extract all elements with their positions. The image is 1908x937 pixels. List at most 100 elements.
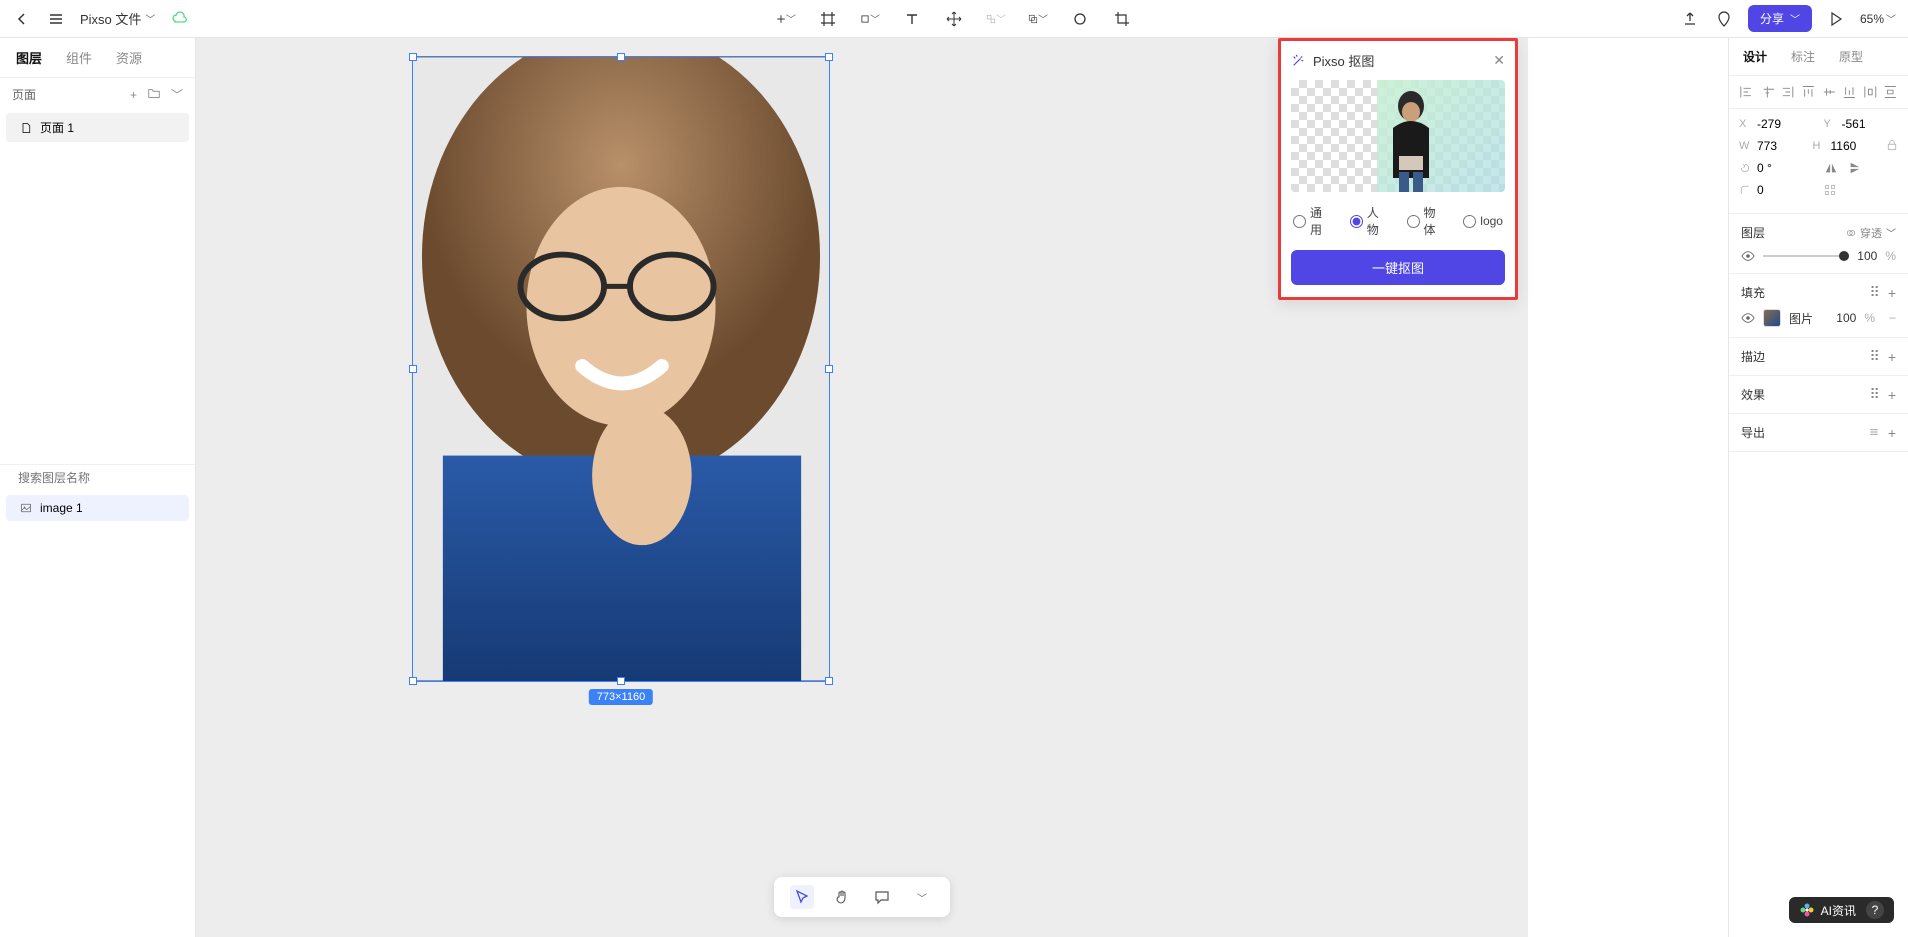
radio-logo[interactable]: logo [1463, 214, 1503, 228]
distribute-h-icon[interactable] [1863, 84, 1878, 100]
cutout-button[interactable]: 一键抠图 [1291, 250, 1505, 285]
resize-handle[interactable] [409, 53, 417, 61]
styles-icon[interactable]: ⠿ [1870, 284, 1880, 301]
topbar-right: 分享 ﹀ 65% ﹀ [1680, 5, 1896, 32]
w-input[interactable] [1757, 139, 1801, 153]
export-icon[interactable] [1680, 9, 1700, 29]
flip-h-icon[interactable] [1824, 161, 1838, 175]
resize-handle[interactable] [617, 53, 625, 61]
resize-handle[interactable] [825, 53, 833, 61]
stroke-title: 描边 [1741, 348, 1862, 365]
independent-corners-icon[interactable] [1824, 184, 1836, 196]
left-panel: 图层 组件 资源 页面 + ﹀ 页面 1 image 1 [0, 38, 196, 937]
collapse-pages-icon[interactable]: ﹀ [171, 86, 183, 103]
fill-title: 填充 [1741, 284, 1862, 301]
h-input[interactable] [1831, 139, 1875, 153]
layer-name: image 1 [40, 501, 83, 515]
resize-handle[interactable] [825, 677, 833, 685]
visibility-icon[interactable] [1741, 311, 1755, 325]
add-effect-icon[interactable]: + [1888, 387, 1896, 403]
file-title-text: Pixso 文件 [80, 9, 141, 28]
topbar: Pixso 文件 ﹀ ﹀ ﹀ ﹀ ﹀ 分享 ﹀ 65% ﹀ [0, 0, 1908, 38]
radio-general[interactable]: 通用 [1293, 204, 1334, 238]
location-icon[interactable] [1714, 9, 1734, 29]
help-icon[interactable]: ? [1866, 901, 1884, 919]
play-icon[interactable] [1826, 9, 1846, 29]
fill-swatch[interactable] [1763, 309, 1781, 327]
blend-mode-select[interactable]: 穿透 ﹀ [1846, 225, 1896, 241]
add-tool-icon[interactable]: ﹀ [776, 9, 796, 29]
tab-components[interactable]: 组件 [66, 48, 92, 67]
resize-handle[interactable] [825, 365, 833, 373]
file-title[interactable]: Pixso 文件 ﹀ [80, 9, 155, 28]
opacity-unit: % [1885, 249, 1896, 263]
ellipse-tool-icon[interactable] [1070, 9, 1090, 29]
remove-fill-icon[interactable]: − [1889, 311, 1896, 325]
lock-aspect-icon[interactable] [1886, 139, 1898, 151]
align-hcenter-icon[interactable] [1760, 84, 1775, 100]
cloud-sync-icon[interactable] [169, 9, 189, 29]
resize-handle[interactable] [617, 677, 625, 685]
hand-tool-icon[interactable] [830, 885, 854, 909]
x-input[interactable] [1757, 117, 1801, 131]
layer-section: 图层 穿透 ﹀ 100 % [1729, 214, 1908, 274]
boolean-tool-icon[interactable]: ﹀ [1028, 9, 1048, 29]
zoom-control[interactable]: 65% ﹀ [1860, 11, 1896, 26]
comment-tool-icon[interactable] [870, 885, 894, 909]
close-icon[interactable]: ✕ [1493, 52, 1505, 69]
page-icon [20, 122, 32, 134]
cursor-tool-icon[interactable] [790, 885, 814, 909]
tab-layers[interactable]: 图层 [16, 48, 42, 67]
radio-object[interactable]: 物体 [1407, 204, 1448, 238]
add-fill-icon[interactable]: + [1888, 285, 1896, 301]
move-tool-icon[interactable] [944, 9, 964, 29]
page-folder-icon[interactable] [147, 86, 161, 103]
export-title: 导出 [1741, 424, 1860, 441]
add-export-icon[interactable]: + [1888, 425, 1896, 441]
align-top-icon[interactable] [1801, 84, 1816, 100]
add-stroke-icon[interactable]: + [1888, 349, 1896, 365]
menu-icon[interactable] [46, 9, 66, 29]
layer-item[interactable]: image 1 [6, 495, 189, 521]
add-page-icon[interactable]: + [130, 88, 137, 102]
crop-tool-icon[interactable] [1112, 9, 1132, 29]
resize-handle[interactable] [409, 677, 417, 685]
align-left-icon[interactable] [1739, 84, 1754, 100]
export-settings-icon[interactable] [1868, 425, 1880, 441]
radius-input[interactable] [1757, 183, 1801, 197]
opacity-slider[interactable] [1763, 255, 1849, 257]
y-input[interactable] [1842, 117, 1886, 131]
transform-panel: X Y W H [1729, 109, 1908, 214]
share-button[interactable]: 分享 ﹀ [1748, 5, 1812, 32]
tab-inspect[interactable]: 标注 [1791, 48, 1815, 65]
text-tool-icon[interactable] [902, 9, 922, 29]
tab-prototype[interactable]: 原型 [1839, 48, 1863, 65]
align-right-icon[interactable] [1780, 84, 1795, 100]
align-vcenter-icon[interactable] [1822, 84, 1837, 100]
tab-assets[interactable]: 资源 [116, 48, 142, 67]
preview-person [1381, 88, 1441, 192]
styles-icon[interactable]: ⠿ [1870, 348, 1880, 365]
search-input[interactable] [18, 471, 173, 485]
visibility-icon[interactable] [1741, 249, 1755, 263]
popup-title: Pixso 抠图 [1313, 51, 1374, 70]
right-panel-tabs: 设计 标注 原型 [1729, 38, 1908, 76]
styles-icon[interactable]: ⠿ [1870, 386, 1880, 403]
topbar-center-tools: ﹀ ﹀ ﹀ ﹀ [776, 9, 1132, 29]
component-tool-icon[interactable]: ﹀ [986, 9, 1006, 29]
back-icon[interactable] [12, 9, 32, 29]
flip-v-icon[interactable] [1848, 161, 1862, 175]
shape-tool-icon[interactable]: ﹀ [860, 9, 880, 29]
more-tools-icon[interactable]: ﹀ [910, 885, 934, 909]
distribute-v-icon[interactable] [1883, 84, 1898, 100]
rotation-input[interactable] [1757, 161, 1801, 175]
tab-design[interactable]: 设计 [1743, 48, 1767, 65]
selection-frame[interactable]: 773×1160 [412, 56, 830, 682]
page-item[interactable]: 页面 1 [6, 113, 189, 142]
radio-person[interactable]: 人物 [1350, 204, 1391, 238]
resize-handle[interactable] [409, 365, 417, 373]
effect-title: 效果 [1741, 386, 1862, 403]
frame-tool-icon[interactable] [818, 9, 838, 29]
size-badge: 773×1160 [589, 689, 653, 705]
align-bottom-icon[interactable] [1842, 84, 1857, 100]
